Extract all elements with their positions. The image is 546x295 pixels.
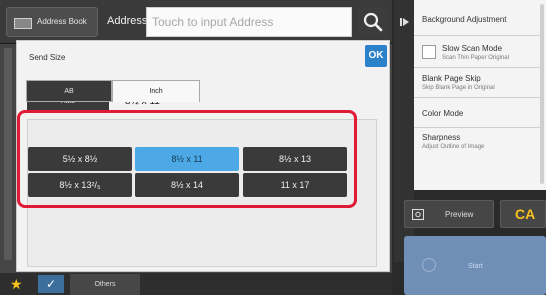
sharpness-item[interactable]: Sharpness Adjust Outline of Image xyxy=(414,128,540,160)
item-title: Color Mode xyxy=(422,109,464,118)
slow-scan-checkbox[interactable] xyxy=(422,45,436,59)
address-book-label: Address Book xyxy=(37,17,87,26)
tab-inch[interactable]: Inch xyxy=(112,80,200,102)
start-button[interactable]: Start xyxy=(404,236,546,295)
item-title: Background Adjustment xyxy=(422,15,507,24)
dialog-title: Send Size xyxy=(29,53,66,62)
address-bar: Address Book Address Touch to input Addr… xyxy=(0,0,392,44)
item-subtitle: Scan Thin Paper Original xyxy=(442,55,509,61)
background-adjustment-item[interactable]: Background Adjustment xyxy=(414,0,540,36)
start-label: Start xyxy=(468,263,483,270)
check-icon[interactable]: ✓ xyxy=(38,275,64,293)
others-button[interactable]: Others xyxy=(70,274,140,295)
address-book-button[interactable]: Address Book xyxy=(6,7,98,37)
ok-button[interactable]: OK xyxy=(365,45,387,67)
item-title: Sharpness xyxy=(422,133,461,142)
left-edge-tabs xyxy=(4,48,12,260)
address-label: Address xyxy=(107,15,148,27)
item-title: Blank Page Skip xyxy=(422,74,481,83)
color-mode-item[interactable]: Color Mode xyxy=(414,98,540,128)
star-icon[interactable]: ★ xyxy=(10,275,23,293)
preview-label: Preview xyxy=(445,210,474,219)
search-button[interactable] xyxy=(358,7,388,37)
play-arrow-icon xyxy=(400,18,409,26)
search-icon xyxy=(363,12,383,32)
other-settings-panel: Background Adjustment Slow Scan Mode Sca… xyxy=(414,0,546,190)
item-subtitle: Adjust Outline of Image xyxy=(422,144,485,150)
bottom-bar: ★ ✓ Others xyxy=(0,273,392,295)
clear-all-button[interactable]: CA xyxy=(500,200,546,228)
address-book-icon xyxy=(14,18,32,29)
address-input[interactable]: Touch to input Address xyxy=(146,7,352,37)
item-title: Slow Scan Mode xyxy=(442,44,503,53)
send-size-screen: Address Book Address Touch to input Addr… xyxy=(0,0,546,295)
panel-scrollbar[interactable] xyxy=(540,4,544,184)
tab-ab[interactable]: AB xyxy=(26,80,112,102)
preview-icon xyxy=(412,209,424,220)
item-subtitle: Skip Blank Page in Original xyxy=(422,85,495,91)
highlight-frame xyxy=(17,110,357,208)
blank-page-skip-item[interactable]: Blank Page Skip Skip Blank Page in Origi… xyxy=(414,68,540,98)
clear-all-label: CA xyxy=(515,206,536,222)
preview-button[interactable]: Preview xyxy=(404,200,494,228)
start-icon xyxy=(422,258,436,272)
